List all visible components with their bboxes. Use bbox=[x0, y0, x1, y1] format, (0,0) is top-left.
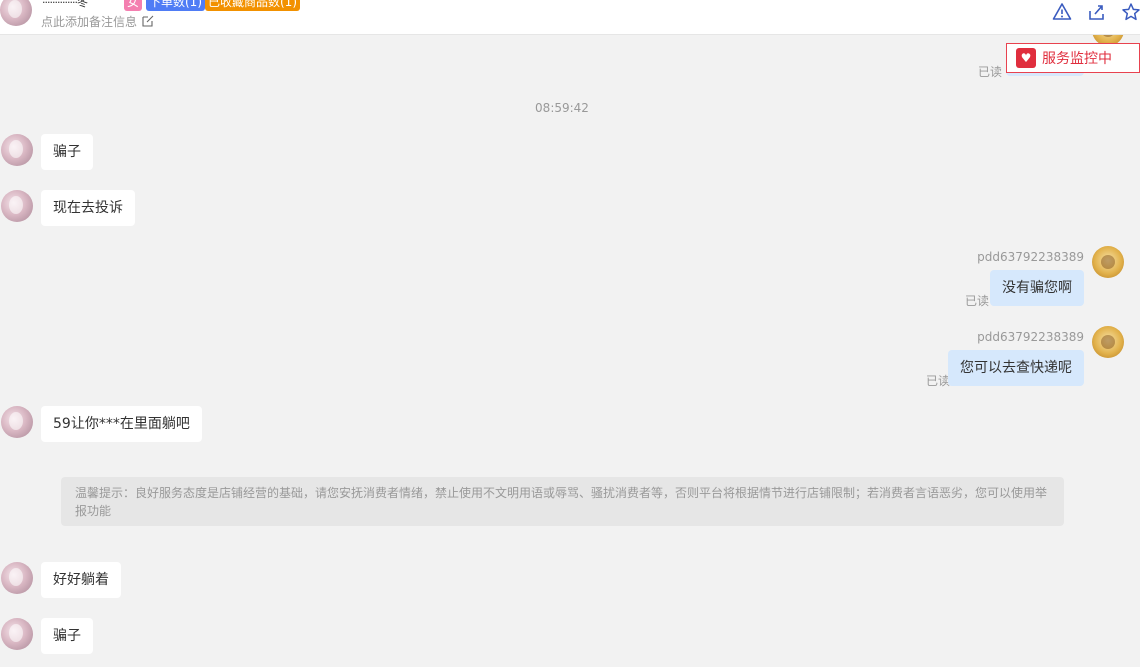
favorites-count-tag[interactable]: 已收藏商品数(1) bbox=[205, 0, 300, 11]
seller-name: pdd63792238389 bbox=[977, 330, 1084, 344]
customer-message: 好好躺着 bbox=[41, 562, 121, 598]
seller-avatar bbox=[1092, 326, 1124, 358]
service-tip-notice: 温馨提示：良好服务态度是店铺经营的基础，请您安抚消费者情绪，禁止使用不文明用语或… bbox=[61, 477, 1064, 526]
customer-avatar[interactable] bbox=[1, 562, 33, 594]
seller-message: 您可以去查快递呢 bbox=[948, 350, 1084, 386]
read-status: 已读 bbox=[965, 294, 990, 308]
customer-avatar[interactable] bbox=[1, 190, 33, 222]
customer-message: 骗子 bbox=[41, 618, 93, 654]
edit-icon[interactable] bbox=[142, 15, 154, 27]
warning-icon[interactable] bbox=[1052, 2, 1072, 22]
gender-tag: 女 bbox=[124, 0, 142, 11]
customer-message: 骗子 bbox=[41, 134, 93, 170]
share-icon[interactable] bbox=[1087, 2, 1107, 22]
read-status: 已读 bbox=[978, 65, 1003, 79]
customer-message: 59让你***在里面躺吧 bbox=[41, 406, 202, 442]
remark-input[interactable]: 点此添加备注信息 bbox=[41, 13, 137, 30]
message-timestamp: 08:59:42 bbox=[535, 101, 589, 115]
heart-shield-icon: ♥ bbox=[1016, 48, 1036, 68]
read-status: 已读 bbox=[926, 374, 951, 388]
customer-avatar[interactable] bbox=[1, 406, 33, 438]
service-monitor-badge[interactable]: ♥ 服务监控中 bbox=[1006, 43, 1140, 73]
chat-header: ··············冬 女 下单数(1) 已收藏商品数(1) 点此添加备… bbox=[0, 0, 1140, 35]
seller-avatar bbox=[1092, 246, 1124, 278]
seller-message: 没有骗您啊 bbox=[990, 270, 1084, 306]
orders-count-tag[interactable]: 下单数(1) bbox=[146, 0, 205, 11]
star-icon[interactable] bbox=[1121, 2, 1140, 22]
customer-avatar[interactable] bbox=[1, 134, 33, 166]
customer-avatar[interactable] bbox=[1, 618, 33, 650]
service-monitor-label: 服务监控中 bbox=[1042, 51, 1112, 67]
seller-name: pdd63792238389 bbox=[977, 250, 1084, 264]
customer-name: ··············冬 bbox=[42, 0, 88, 9]
customer-avatar[interactable] bbox=[0, 0, 32, 26]
customer-message: 现在去投诉 bbox=[41, 190, 135, 226]
